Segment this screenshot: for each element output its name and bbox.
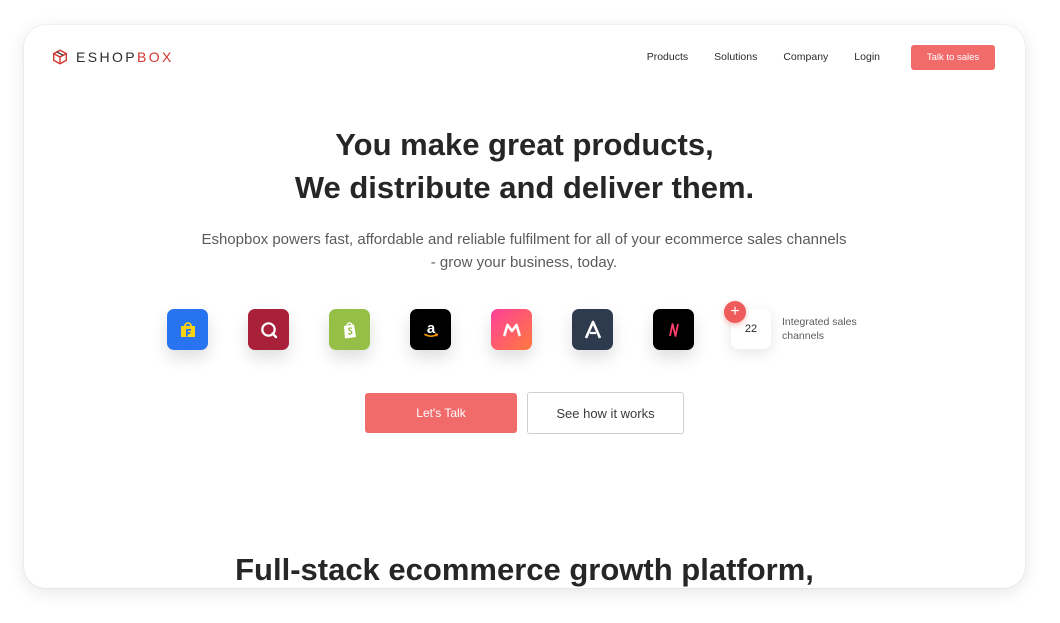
amazon-icon: a bbox=[410, 309, 451, 350]
svg-text:a: a bbox=[426, 320, 435, 337]
quill-icon bbox=[248, 309, 289, 350]
browser-frame: ESHOPBOX Products Solutions Company Logi… bbox=[24, 25, 1025, 588]
logo-wordmark: ESHOPBOX bbox=[76, 49, 174, 65]
nav-link-company[interactable]: Company bbox=[783, 51, 828, 63]
flipkart-icon bbox=[167, 309, 208, 350]
hero-title-line-2: We distribute and deliver them. bbox=[294, 170, 755, 205]
plus-icon[interactable]: + bbox=[724, 301, 746, 323]
nav-links: Products Solutions Company Login bbox=[647, 51, 880, 63]
hero-subtitle-line-1: Eshopbox powers fast, affordable and rel… bbox=[201, 231, 847, 248]
logo-text-box: BOX bbox=[137, 49, 174, 65]
nav-link-login[interactable]: Login bbox=[854, 51, 880, 63]
talk-to-sales-button[interactable]: Talk to sales bbox=[911, 45, 995, 70]
shopify-icon bbox=[329, 309, 370, 350]
cube-icon bbox=[53, 49, 67, 65]
integrated-channels-label: Integrated sales channels bbox=[782, 316, 857, 342]
hero-subtitle-line-2: - grow your business, today. bbox=[430, 254, 618, 271]
section-title: Full-stack ecommerce growth platform, bbox=[235, 552, 814, 587]
top-navigation: ESHOPBOX Products Solutions Company Logi… bbox=[24, 25, 1025, 89]
hero-title: You make great products, We distribute a… bbox=[24, 123, 1025, 209]
nykaa-icon bbox=[653, 309, 694, 350]
hero-title-line-1: You make great products, bbox=[335, 127, 714, 162]
lets-talk-button[interactable]: Let's Talk bbox=[365, 393, 517, 433]
nav-link-products[interactable]: Products bbox=[647, 51, 688, 63]
hero-subtitle: Eshopbox powers fast, affordable and rel… bbox=[154, 228, 894, 274]
see-how-it-works-button[interactable]: See how it works bbox=[527, 392, 684, 434]
eshopbox-logo[interactable]: ESHOPBOX bbox=[52, 49, 174, 65]
logo-text-eshop: ESHOP bbox=[76, 49, 138, 65]
nav-link-solutions[interactable]: Solutions bbox=[714, 51, 757, 63]
arrow-a-icon bbox=[572, 309, 613, 350]
myntra-icon bbox=[491, 309, 532, 350]
